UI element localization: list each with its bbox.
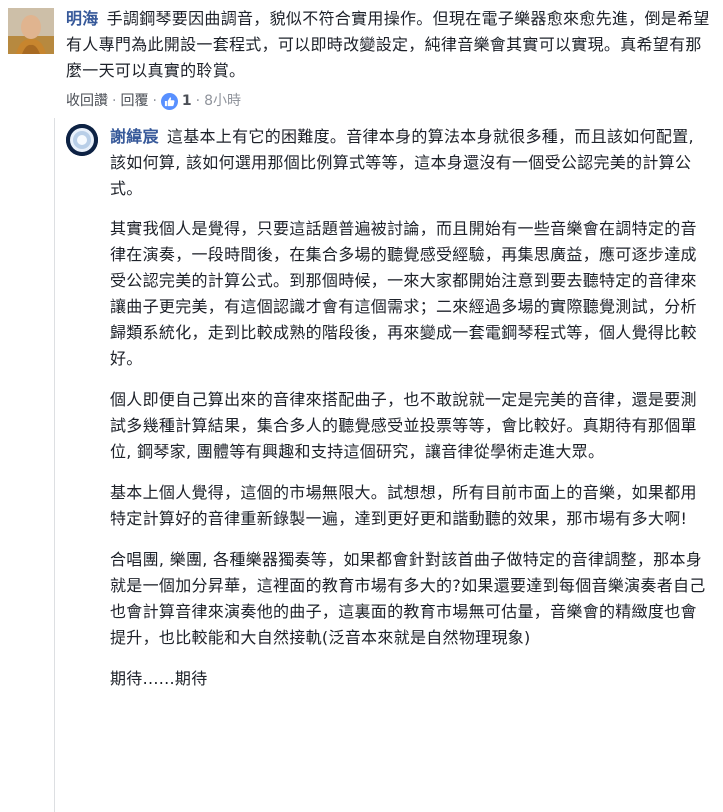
separator: · [195,93,201,109]
avatar[interactable] [8,8,54,54]
thumbs-up-icon[interactable] [160,92,178,110]
avatar-photo [8,8,54,54]
comment-text: 手調鋼琴要因曲調音，貌似不符合實用操作。但現在電子樂器愈來愈先進，倒是希望有人專… [66,9,710,80]
reply-paragraph: 謝緯宸 這基本上有它的困難度。音律本身的算法本身就很多種，而且該如何配置, 該如何… [110,124,710,202]
comment-actions: 收回讚 · 回覆 · 1 · 8小時 [66,90,241,112]
reply: 謝緯宸 這基本上有它的困難度。音律本身的算法本身就很多種，而且該如何配置, 該如何… [54,118,723,812]
reply-avatar[interactable] [66,124,98,156]
reply-avatar-photo [66,124,98,156]
comment-author[interactable]: 明海 [66,9,99,28]
reply-body: 謝緯宸 這基本上有它的困難度。音律本身的算法本身就很多種，而且該如何配置, 該如何… [110,124,710,707]
separator: · [152,93,157,109]
reply-paragraph: 期待......期待 [110,669,208,688]
timestamp[interactable]: 8小時 [204,90,241,112]
separator: · [112,93,117,109]
reply-thread-line [54,118,55,812]
reply-paragraph: 個人即便自己算出來的音律來搭配曲子，也不敢說就一定是完美的音律，還是要測試多幾種… [110,390,697,461]
reply-author[interactable]: 謝緯宸 [110,127,159,146]
reply-paragraph: 合唱團, 樂團, 各種樂器獨奏等，如果都會針對該首曲子做特定的音律調整，那本身就… [110,550,706,647]
reply-paragraph: 其實我個人是覺得，只要這話題普遍被討論，而且開始有一些音樂會在調特定的音律在演奏… [110,219,697,368]
comment-body: 明海 手調鋼琴要因曲調音，貌似不符合實用操作。但現在電子樂器愈來愈先進，倒是希望有… [66,6,716,84]
reply-link[interactable]: 回覆 [120,90,148,112]
like-count[interactable]: 1 [182,90,192,112]
reply-paragraph: 基本上個人覺得，這個的市場無限大。試想想，所有目前市面上的音樂，如果都用特定計算… [110,483,697,528]
reply-text: 這基本上有它的困難度。音律本身的算法本身就很多種，而且該如何配置, 該如何算, … [110,127,694,198]
unlike-link[interactable]: 收回讚 [66,90,108,112]
